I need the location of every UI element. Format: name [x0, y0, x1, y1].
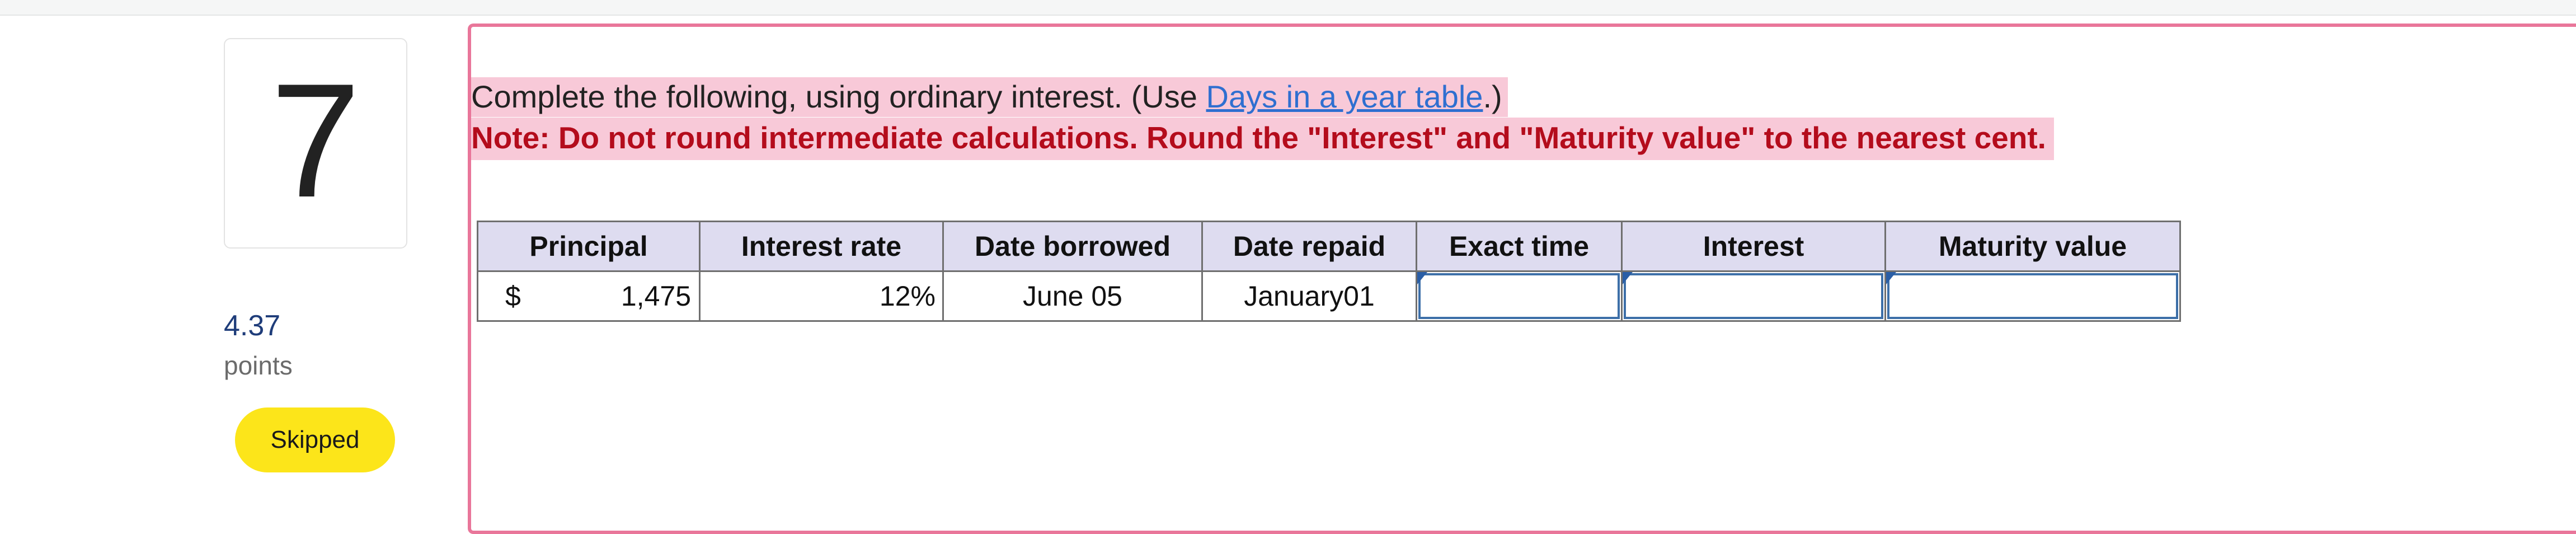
question-number: 7 — [270, 50, 361, 231]
date-repaid-value: January01 — [1201, 270, 1417, 322]
table-row: $ 1,475 12% June 05 January01 — [477, 270, 2181, 322]
interest-cell — [1621, 270, 1886, 322]
header-date-borrowed: Date borrowed — [942, 221, 1203, 272]
date-borrowed-value: June 05 — [942, 270, 1203, 322]
instruction-text-end: .) — [1483, 79, 1502, 114]
flag-icon — [1623, 272, 1633, 284]
table-header-row: Principal Interest rate Date borrowed Da… — [477, 221, 2181, 272]
days-in-year-table-link[interactable]: Days in a year table — [1206, 79, 1483, 114]
points-value: 4.37 — [224, 310, 281, 342]
status-badge: Skipped — [235, 407, 395, 472]
header-maturity-value: Maturity value — [1884, 221, 2181, 272]
interest-input[interactable] — [1624, 273, 1883, 319]
maturity-value-input[interactable] — [1887, 273, 2178, 319]
interest-table: Principal Interest rate Date borrowed Da… — [477, 221, 2181, 322]
instruction-text-start: Complete the following, using ordinary i… — [471, 79, 1206, 114]
principal-cell: $ 1,475 — [477, 270, 701, 322]
rounding-note: Note: Do not round intermediate calculat… — [471, 118, 2054, 160]
question-number-box: 7 — [224, 38, 407, 249]
exact-time-cell — [1416, 270, 1623, 322]
header-date-repaid: Date repaid — [1201, 221, 1417, 272]
header-interest: Interest — [1621, 221, 1886, 272]
flag-icon — [1886, 272, 1896, 284]
top-bar — [0, 0, 2576, 16]
points-label: points — [224, 351, 293, 380]
header-interest-rate: Interest rate — [699, 221, 944, 272]
principal-value: 1,475 — [621, 280, 691, 312]
maturity-value-cell — [1884, 270, 2181, 322]
instruction-text: Complete the following, using ordinary i… — [471, 77, 1508, 117]
currency-symbol: $ — [505, 280, 521, 312]
exact-time-input[interactable] — [1418, 273, 1620, 319]
header-exact-time: Exact time — [1416, 221, 1623, 272]
flag-icon — [1417, 272, 1427, 284]
interest-rate-value: 12% — [699, 270, 944, 322]
header-principal: Principal — [477, 221, 701, 272]
